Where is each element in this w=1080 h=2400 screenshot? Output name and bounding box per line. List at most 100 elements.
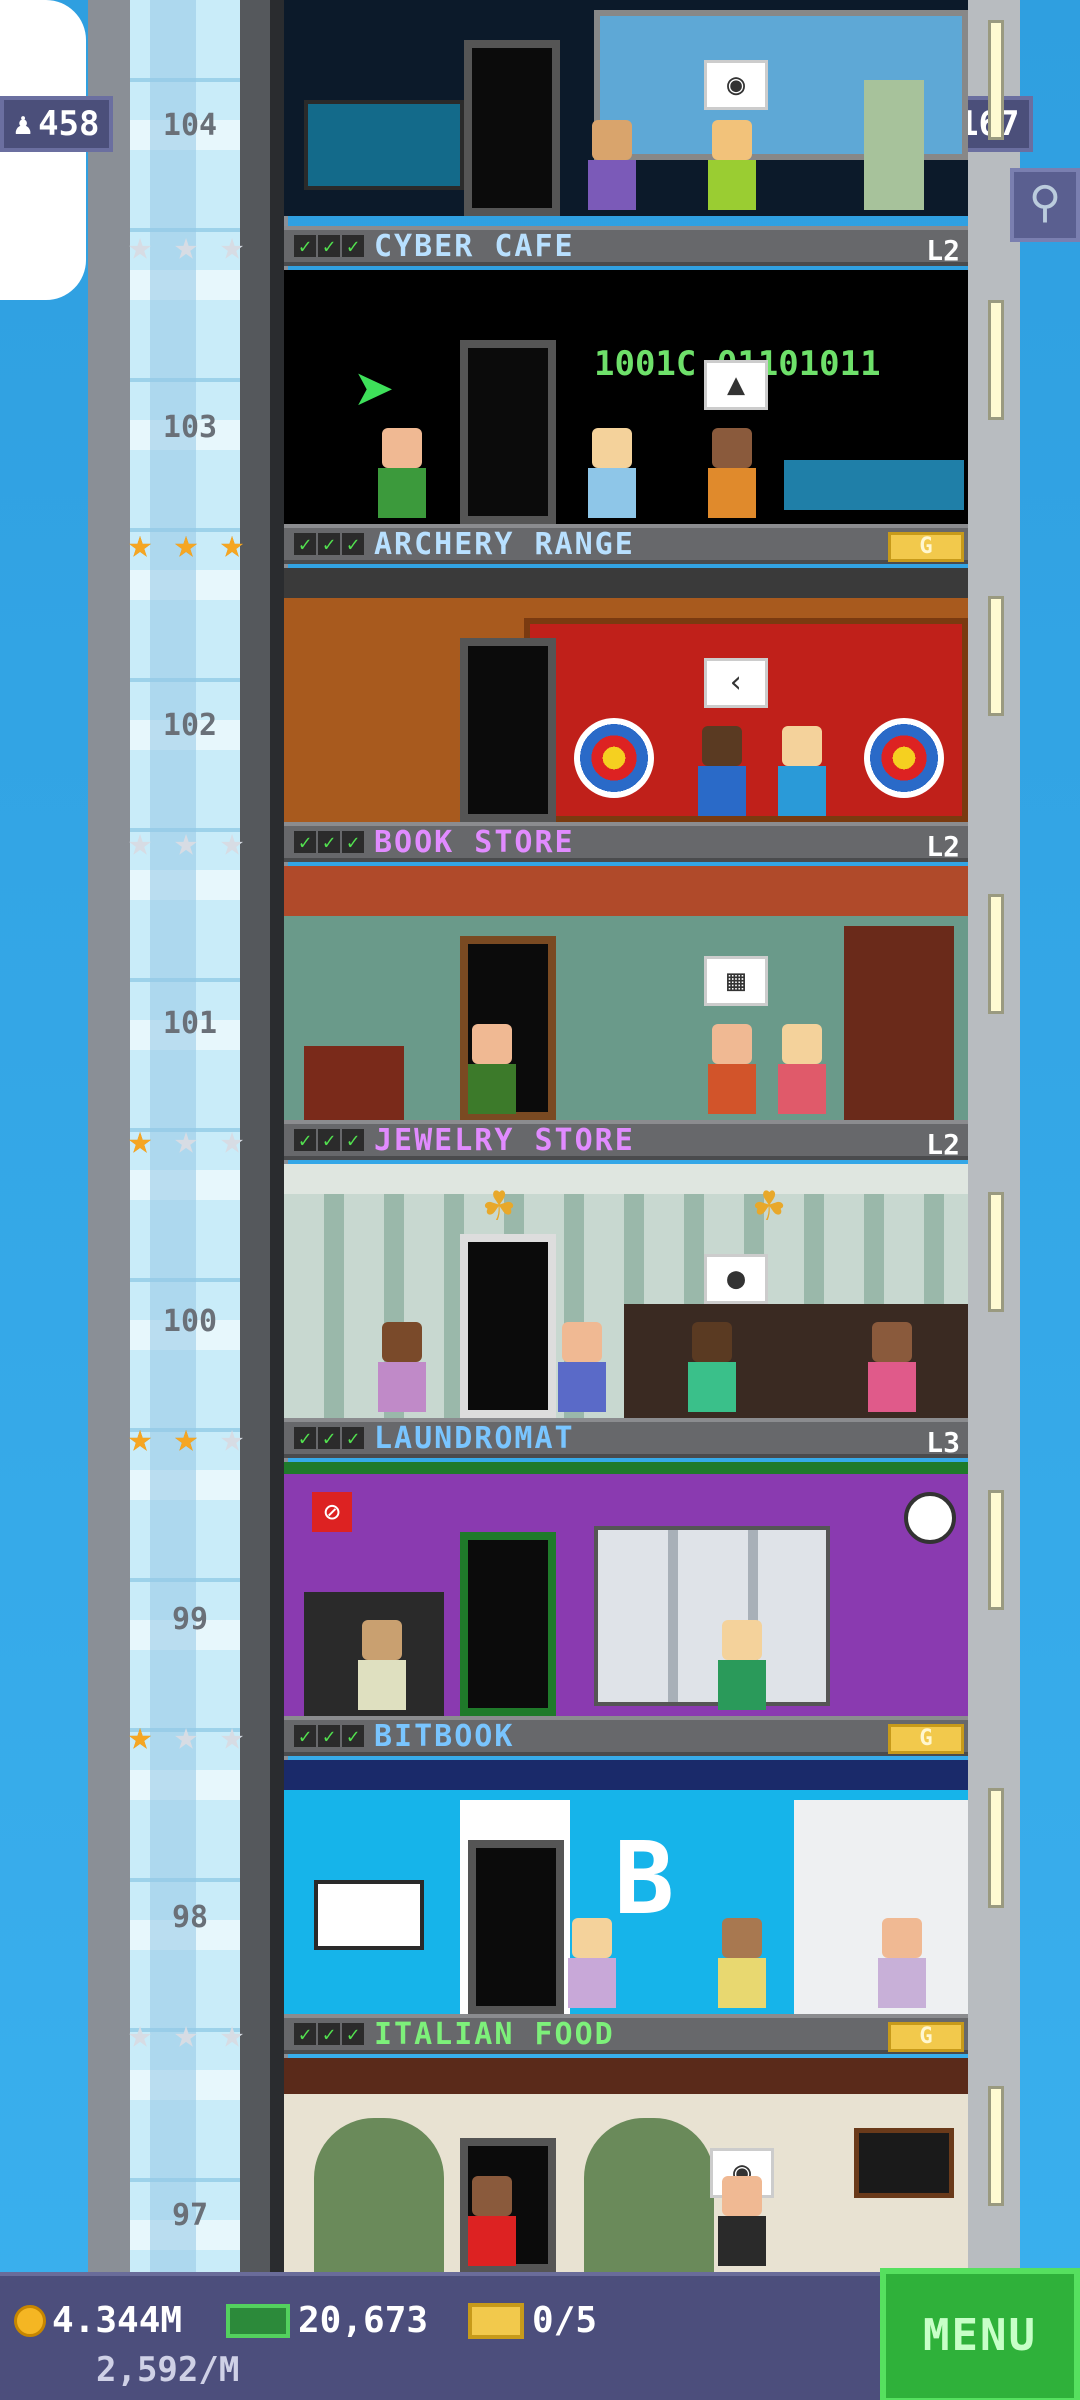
elevator-rail-dark — [270, 0, 284, 2272]
tower-resident[interactable] — [374, 1322, 430, 1412]
chandelier-icon: ☘ — [754, 1174, 785, 1232]
population-counter[interactable]: ♟ 458 — [0, 96, 114, 152]
room-door — [468, 1840, 564, 2014]
room-door — [464, 40, 560, 216]
star-icon: ★ — [219, 521, 245, 567]
speech-bubble[interactable]: ‹ — [704, 658, 768, 708]
tower-resident[interactable] — [704, 1024, 760, 1114]
tickets-value: 0/5 — [532, 2300, 598, 2341]
speech-bubble[interactable]: ● — [704, 1254, 768, 1304]
speech-bubble[interactable]: ◉ — [704, 60, 768, 110]
tower-resident[interactable] — [464, 2176, 520, 2266]
tower-resident[interactable] — [774, 726, 830, 816]
tower-resident[interactable] — [584, 428, 640, 518]
tower-resident[interactable] — [464, 1024, 520, 1114]
room-door — [460, 1532, 556, 1716]
magnifier-icon: ⚲ — [1028, 177, 1062, 228]
floor-name: BITBOOK — [374, 1718, 515, 1754]
floor-room-103[interactable]: 1001C 01101011 ➤ ▲ — [284, 270, 968, 524]
coin-icon — [14, 2304, 46, 2337]
tickets-counter[interactable]: 0/5 — [468, 2300, 597, 2341]
star-icon: ★ — [173, 223, 199, 269]
floor-room-102[interactable]: ‹ — [284, 568, 968, 822]
cursor-icon: ➤ — [354, 350, 397, 432]
stocked-checks: ✓ ✓ ✓ — [294, 831, 364, 853]
star-icon: ★ — [173, 819, 199, 865]
floor-number: 100 — [162, 1304, 218, 1339]
floor-number: 99 — [171, 1602, 209, 1637]
tower-resident[interactable] — [704, 428, 760, 518]
tower-resident[interactable] — [714, 2176, 770, 2266]
tower-resident[interactable] — [354, 1620, 410, 1710]
floor-header-archery-range[interactable]: ✓ ✓ ✓ ARCHERY RANGE G — [284, 524, 968, 564]
gold-badge: G — [888, 532, 964, 562]
bitbook-logo: B — [614, 1820, 675, 1937]
tower-light — [988, 1192, 1004, 1312]
coins-counter[interactable]: 4.344M — [14, 2300, 182, 2341]
tower-resident[interactable] — [704, 120, 760, 210]
floor-room-97[interactable]: ◉ — [284, 2058, 968, 2272]
star-icon: ★ — [219, 1415, 245, 1461]
floor-stars: ★ ★ ★ — [120, 524, 252, 564]
star-icon: ★ — [127, 819, 153, 865]
tower-resident[interactable] — [374, 428, 430, 518]
floor-header-bitbook[interactable]: ✓ ✓ ✓ BITBOOK G — [284, 1716, 968, 1756]
floor-level-badge: L2 — [926, 234, 960, 267]
tower-resident[interactable] — [774, 1024, 830, 1114]
star-icon: ★ — [127, 1415, 153, 1461]
floor-room-cyber-cafe[interactable]: ◉ — [284, 0, 968, 216]
menu-button[interactable]: MENU — [880, 2268, 1080, 2400]
tower-resident[interactable] — [564, 1918, 620, 2008]
floor-number: 103 — [162, 410, 218, 445]
floor-name: LAUNDROMAT — [374, 1420, 575, 1456]
tower-resident[interactable] — [554, 1322, 610, 1412]
tower-resident[interactable] — [874, 1918, 930, 2008]
income-rate: 2,592/M — [96, 2350, 240, 2390]
coins-value: 4.344M — [52, 2300, 183, 2341]
tower-resident[interactable] — [864, 1322, 920, 1412]
floor-number: 104 — [162, 108, 218, 143]
star-icon: ★ — [173, 1117, 199, 1163]
room-door — [460, 340, 556, 524]
star-icon: ★ — [173, 2011, 199, 2057]
floor-stars: ★ ★ ★ — [120, 226, 252, 266]
target-icon — [864, 718, 944, 798]
target-icon — [574, 718, 654, 798]
tower-resident[interactable] — [694, 726, 750, 816]
star-icon: ★ — [127, 223, 153, 269]
stocked-checks: ✓ ✓ ✓ — [294, 235, 364, 257]
bux-counter[interactable]: 20,673 — [226, 2300, 428, 2341]
star-icon: ★ — [219, 2011, 245, 2057]
floor-stars: ★ ★ ★ — [120, 1120, 252, 1160]
person-icon: ♟ — [14, 106, 33, 142]
star-icon: ★ — [173, 1415, 199, 1461]
floor-room-99[interactable]: ⊘ — [284, 1462, 968, 1716]
tower-resident[interactable] — [714, 1918, 770, 2008]
star-icon: ★ — [219, 223, 245, 269]
floor-header-laundromat[interactable]: ✓ ✓ ✓ LAUNDROMAT L3 — [284, 1418, 968, 1459]
floor-header-cyber-cafe[interactable]: ✓ ✓ ✓ CYBER CAFE L2 — [284, 226, 968, 267]
star-icon: ★ — [127, 521, 153, 567]
gold-badge: G — [888, 1724, 964, 1754]
floor-room-101[interactable]: ▦ — [284, 866, 968, 1120]
room-door — [460, 1234, 556, 1418]
star-icon: ★ — [127, 1713, 153, 1759]
speech-bubble[interactable]: ▦ — [704, 956, 768, 1006]
floor-header-jewelry-store[interactable]: ✓ ✓ ✓ JEWELRY STORE L2 — [284, 1120, 968, 1161]
floor-header-italian-food[interactable]: ✓ ✓ ✓ ITALIAN FOOD G — [284, 2014, 968, 2054]
floor-room-100[interactable]: ☘ ☘ ● — [284, 1164, 968, 1418]
floor-number: 102 — [162, 708, 218, 743]
floor-header-book-store[interactable]: ✓ ✓ ✓ BOOK STORE L2 — [284, 822, 968, 863]
star-icon: ★ — [127, 1117, 153, 1163]
tower-resident[interactable] — [584, 120, 640, 210]
search-button[interactable]: ⚲ — [1010, 168, 1080, 242]
floor-room-98[interactable]: B — [284, 1760, 968, 2014]
gold-badge: G — [888, 2022, 964, 2052]
tower-resident[interactable] — [684, 1322, 740, 1412]
stocked-checks: ✓ ✓ ✓ — [294, 2023, 364, 2045]
tower-resident[interactable] — [714, 1620, 770, 1710]
bottom-status-bar: 4.344M 20,673 0/5 2,592/M MENU — [0, 2268, 1080, 2400]
speech-bubble[interactable]: ▲ — [704, 360, 768, 410]
floor-name: ARCHERY RANGE — [374, 526, 635, 562]
banknote-icon — [226, 2303, 290, 2338]
